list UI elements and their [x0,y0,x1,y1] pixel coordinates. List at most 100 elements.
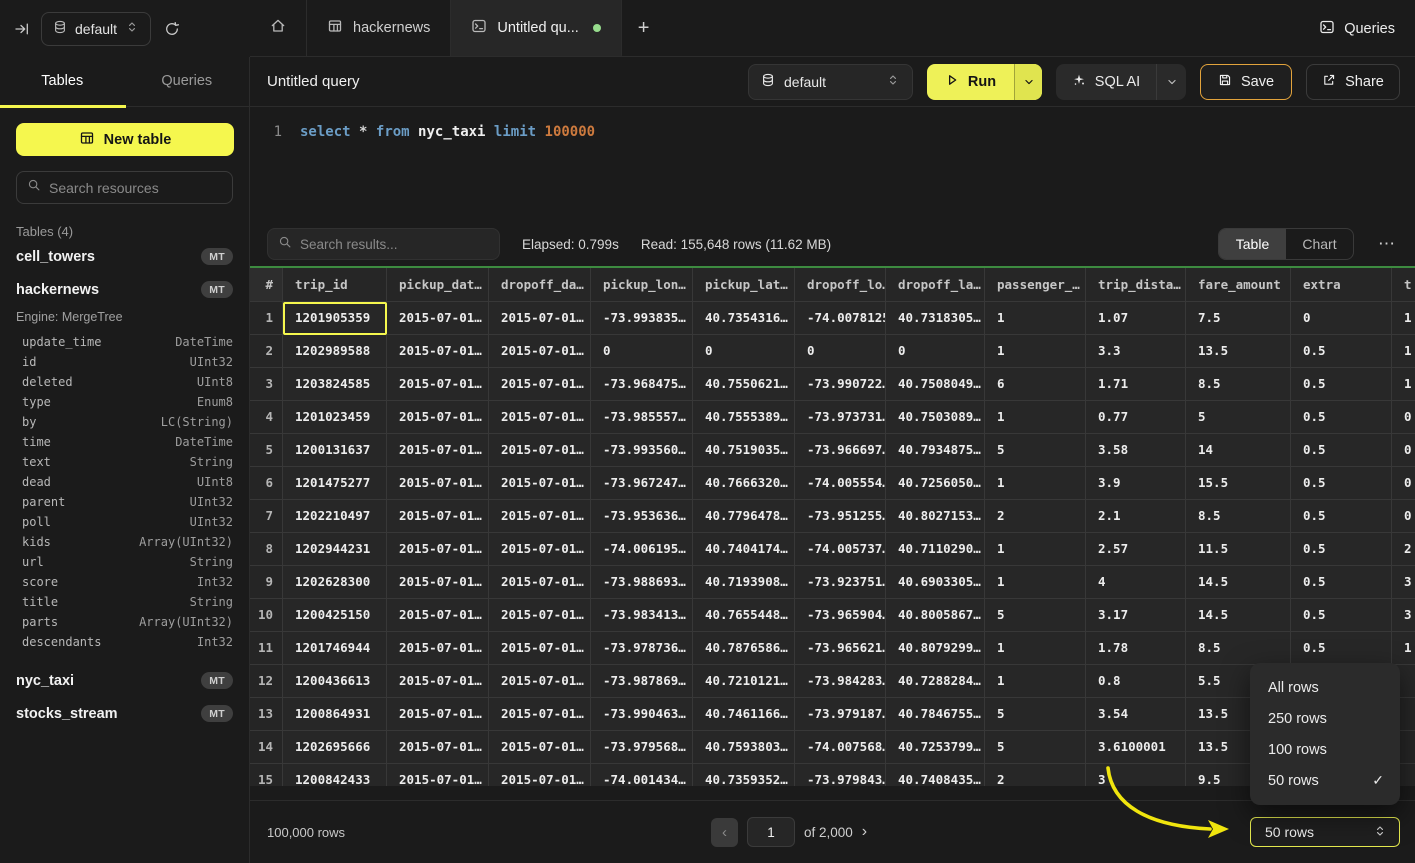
table-cell[interactable]: -73.951255… [795,500,886,533]
row-number-cell[interactable]: 8 [250,533,283,566]
table-cell[interactable]: 1 [985,566,1086,599]
table-cell[interactable]: 2 [1392,533,1415,566]
table-cell[interactable]: 5 [985,599,1086,632]
table-cell[interactable]: 0.5 [1291,401,1392,434]
table-cell[interactable]: 2015-07-01… [387,434,489,467]
table-cell[interactable]: 1 [985,632,1086,665]
table-cell[interactable]: -73.953636… [591,500,693,533]
table-cell[interactable]: 0.5 [1291,533,1392,566]
table-cell[interactable]: 1.71 [1086,368,1186,401]
row-number-cell[interactable]: 10 [250,599,283,632]
table-cell[interactable]: 40.7876586… [693,632,795,665]
table-cell[interactable]: 1200436613 [283,665,387,698]
table-cell[interactable]: 1 [985,302,1086,335]
table-cell[interactable]: -73.983413… [591,599,693,632]
table-cell[interactable]: 1202944231 [283,533,387,566]
table-cell[interactable]: 1202989588 [283,335,387,368]
column-header[interactable]: extra [1291,268,1392,302]
table-cell[interactable]: 0.5 [1291,632,1392,665]
table-cell[interactable]: 8.5 [1186,368,1291,401]
table-cell[interactable]: -73.979187… [795,698,886,731]
table-cell[interactable]: 40.7404174… [693,533,795,566]
table-cell[interactable]: 40.7461166… [693,698,795,731]
table-cell[interactable]: 40.8027153… [886,500,985,533]
table-cell[interactable]: 1200131637 [283,434,387,467]
table-cell[interactable]: 0.5 [1291,599,1392,632]
table-cell[interactable]: -73.965904… [795,599,886,632]
table-cell[interactable]: 40.7655448… [693,599,795,632]
table-cell[interactable]: 3.9 [1086,467,1186,500]
table-cell[interactable]: -73.967247… [591,467,693,500]
table-cell[interactable]: 1202628300 [283,566,387,599]
row-number-cell[interactable]: 15 [250,764,283,786]
new-tab-button[interactable]: + [622,0,666,56]
table-cell[interactable]: 0.5 [1291,500,1392,533]
table-cell[interactable]: 2015-07-01… [387,632,489,665]
table-cell[interactable]: -74.001434… [591,764,693,786]
table-cell[interactable]: 2015-07-01… [489,599,591,632]
table-cell[interactable]: 0 [1392,500,1415,533]
table-cell[interactable]: 40.7110290… [886,533,985,566]
column-header[interactable]: dropoff_la… [886,268,985,302]
table-cell[interactable]: 2 [985,500,1086,533]
table-cell[interactable]: 1200842433 [283,764,387,786]
table-cell[interactable]: 2015-07-01… [387,335,489,368]
table-cell[interactable]: 1 [1392,632,1415,665]
table-cell[interactable]: 2015-07-01… [387,731,489,764]
table-cell[interactable]: 8.5 [1186,500,1291,533]
sql-ai-button[interactable]: SQL AI [1056,64,1186,100]
table-cell[interactable]: -73.993835… [591,302,693,335]
table-cell[interactable]: -73.993560… [591,434,693,467]
table-cell[interactable]: 0.77 [1086,401,1186,434]
table-cell[interactable]: 1 [985,665,1086,698]
results-search-input[interactable] [300,237,489,252]
sql-ai-main[interactable]: SQL AI [1056,64,1156,100]
table-cell[interactable]: 14 [1186,434,1291,467]
table-cell[interactable]: 3.3 [1086,335,1186,368]
table-cell[interactable]: 1200864931 [283,698,387,731]
table-cell[interactable]: 2015-07-01… [489,632,591,665]
sidebar-item-stocks-stream[interactable]: stocks_stream MT [0,697,249,730]
table-cell[interactable]: -73.966697… [795,434,886,467]
table-cell[interactable]: -73.965621… [795,632,886,665]
new-table-button[interactable]: New table [16,123,234,156]
tab-untitled-query[interactable]: Untitled qu... [451,0,621,56]
table-cell[interactable]: 13.5 [1186,335,1291,368]
database-selector-query[interactable]: default [748,64,913,100]
table-cell[interactable]: 0 [693,335,795,368]
column-header[interactable]: trip_id [283,268,387,302]
table-cell[interactable]: 1 [1392,302,1415,335]
row-number-cell[interactable]: 3 [250,368,283,401]
sidebar-tab-queries[interactable]: Queries [125,57,250,106]
table-cell[interactable]: 40.7508049… [886,368,985,401]
table-cell[interactable]: 0 [1392,401,1415,434]
column-header[interactable]: dropoff_lo… [795,268,886,302]
table-cell[interactable]: 6 [985,368,1086,401]
table-cell[interactable]: -73.990722… [795,368,886,401]
results-search[interactable] [267,228,500,260]
table-cell[interactable]: 40.7354316… [693,302,795,335]
row-number-cell[interactable]: 4 [250,401,283,434]
table-cell[interactable]: 1 [1392,368,1415,401]
table-cell[interactable]: 5 [1186,401,1291,434]
table-cell[interactable]: 2015-07-01… [387,566,489,599]
table-cell[interactable]: 40.7253799… [886,731,985,764]
table-cell[interactable]: 0.8 [1086,665,1186,698]
table-cell[interactable]: 3 [1392,566,1415,599]
sidebar-tab-tables[interactable]: Tables [0,57,125,106]
table-cell[interactable]: 5 [985,698,1086,731]
table-cell[interactable]: 40.7256050… [886,467,985,500]
sql-editor-line[interactable]: 1 select * from nyc_taxi limit 100000 [250,121,1415,143]
sidebar-item-nyc-taxi[interactable]: nyc_taxi MT [0,664,249,697]
view-toggle-chart[interactable]: Chart [1286,229,1353,259]
table-cell[interactable]: 40.8005867… [886,599,985,632]
table-cell[interactable]: 40.8079299… [886,632,985,665]
table-cell[interactable]: 2015-07-01… [489,665,591,698]
table-cell[interactable]: 40.7796478… [693,500,795,533]
table-cell[interactable]: 14.5 [1186,566,1291,599]
table-cell[interactable]: 0 [591,335,693,368]
table-cell[interactable]: 1 [985,401,1086,434]
table-cell[interactable]: 1 [985,533,1086,566]
table-cell[interactable]: 1 [1392,335,1415,368]
table-cell[interactable]: 1201905359 [283,302,387,335]
